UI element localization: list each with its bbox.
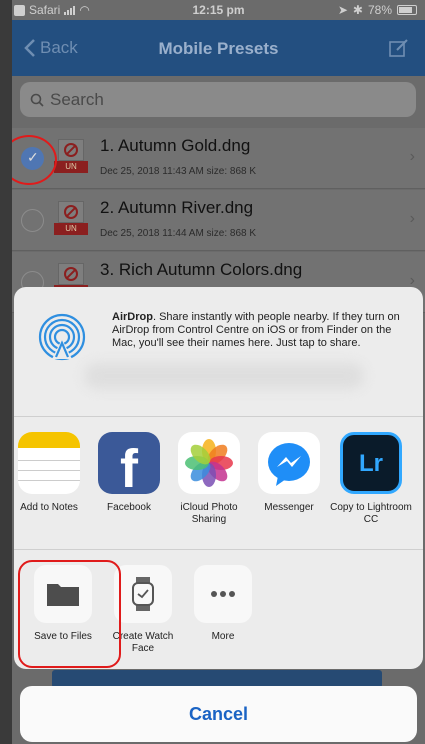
file-meta: Dec 25, 2018 11:44 AM size: 868 K bbox=[100, 228, 257, 239]
watch-icon bbox=[114, 565, 172, 623]
airdrop-description: AirDrop. Share instantly with people nea… bbox=[112, 311, 408, 350]
airdrop-body: . Share instantly with people nearby. If… bbox=[112, 311, 400, 349]
search-input[interactable]: Search bbox=[20, 82, 416, 117]
airdrop-section[interactable]: AirDrop. Share instantly with people nea… bbox=[14, 287, 423, 417]
airdrop-title: AirDrop bbox=[112, 311, 153, 323]
share-apps-row: Add to Notes f Facebook iCloud Photo Sha… bbox=[14, 418, 423, 550]
action-label: More bbox=[211, 631, 235, 642]
battery-percent: 78% bbox=[367, 3, 392, 17]
share-app-label: iCloud Photo Sharing bbox=[180, 502, 238, 525]
chevron-right-icon: › bbox=[409, 148, 415, 165]
cancel-button[interactable]: Cancel bbox=[20, 686, 417, 742]
search-icon bbox=[30, 93, 44, 107]
file-name: 1. Autumn Gold.dng bbox=[100, 136, 251, 155]
file-badge-icon: UN bbox=[54, 201, 88, 237]
chevron-right-icon: › bbox=[409, 210, 415, 227]
screen: Safari ◠ 12:15 pm ➤ ✱ 78% Back Mobile Pr… bbox=[12, 0, 425, 744]
airdrop-icon bbox=[38, 313, 86, 361]
share-app-label: Add to Notes bbox=[20, 502, 78, 513]
more-icon bbox=[194, 565, 252, 623]
share-app-facebook[interactable]: f Facebook bbox=[89, 432, 169, 514]
facebook-icon: f bbox=[98, 432, 160, 494]
nav-bar: Back Mobile Presets bbox=[12, 20, 425, 76]
lightroom-icon: Lr bbox=[340, 432, 402, 494]
messenger-icon bbox=[258, 432, 320, 494]
badge-label: UN bbox=[54, 223, 88, 235]
photos-icon bbox=[178, 432, 240, 494]
lightroom-icon-text: Lr bbox=[359, 450, 383, 477]
file-meta: Dec 25, 2018 11:43 AM size: 868 K bbox=[100, 166, 257, 177]
status-bar: Safari ◠ 12:15 pm ➤ ✱ 78% bbox=[12, 0, 425, 20]
share-app-label: Messenger bbox=[264, 502, 314, 513]
file-badge-icon: UN bbox=[54, 139, 88, 175]
notes-icon bbox=[18, 432, 80, 494]
bluetooth-icon: ✱ bbox=[352, 3, 363, 17]
share-app-lightroom[interactable]: Lr Copy to Lightroom CC bbox=[326, 432, 416, 526]
airdrop-placeholder bbox=[84, 363, 364, 389]
more-button[interactable]: More bbox=[188, 565, 258, 643]
annotation-rectangle bbox=[18, 560, 121, 668]
row-checkbox[interactable] bbox=[21, 209, 44, 232]
share-app-label: Facebook bbox=[107, 502, 151, 513]
battery-icon bbox=[397, 5, 417, 15]
location-icon: ➤ bbox=[337, 3, 348, 17]
file-row[interactable]: UN 2. Autumn River.dng Dec 25, 2018 11:4… bbox=[12, 190, 425, 251]
share-app-icloud-photos[interactable]: iCloud Photo Sharing bbox=[169, 432, 249, 526]
share-app-messenger[interactable]: Messenger bbox=[249, 432, 329, 514]
compose-icon[interactable] bbox=[389, 38, 409, 58]
page-title: Mobile Presets bbox=[158, 39, 279, 58]
share-app-label: Copy to Lightroom CC bbox=[330, 502, 412, 525]
status-right: ➤ ✱ 78% bbox=[338, 3, 417, 17]
file-row[interactable]: UN 1. Autumn Gold.dng Dec 25, 2018 11:43… bbox=[12, 128, 425, 189]
search-placeholder: Search bbox=[50, 89, 104, 109]
file-name: 3. Rich Autumn Colors.dng bbox=[100, 260, 303, 279]
file-name: 2. Autumn River.dng bbox=[100, 198, 254, 217]
badge-label: UN bbox=[54, 161, 88, 173]
share-app-notes[interactable]: Add to Notes bbox=[14, 432, 89, 514]
